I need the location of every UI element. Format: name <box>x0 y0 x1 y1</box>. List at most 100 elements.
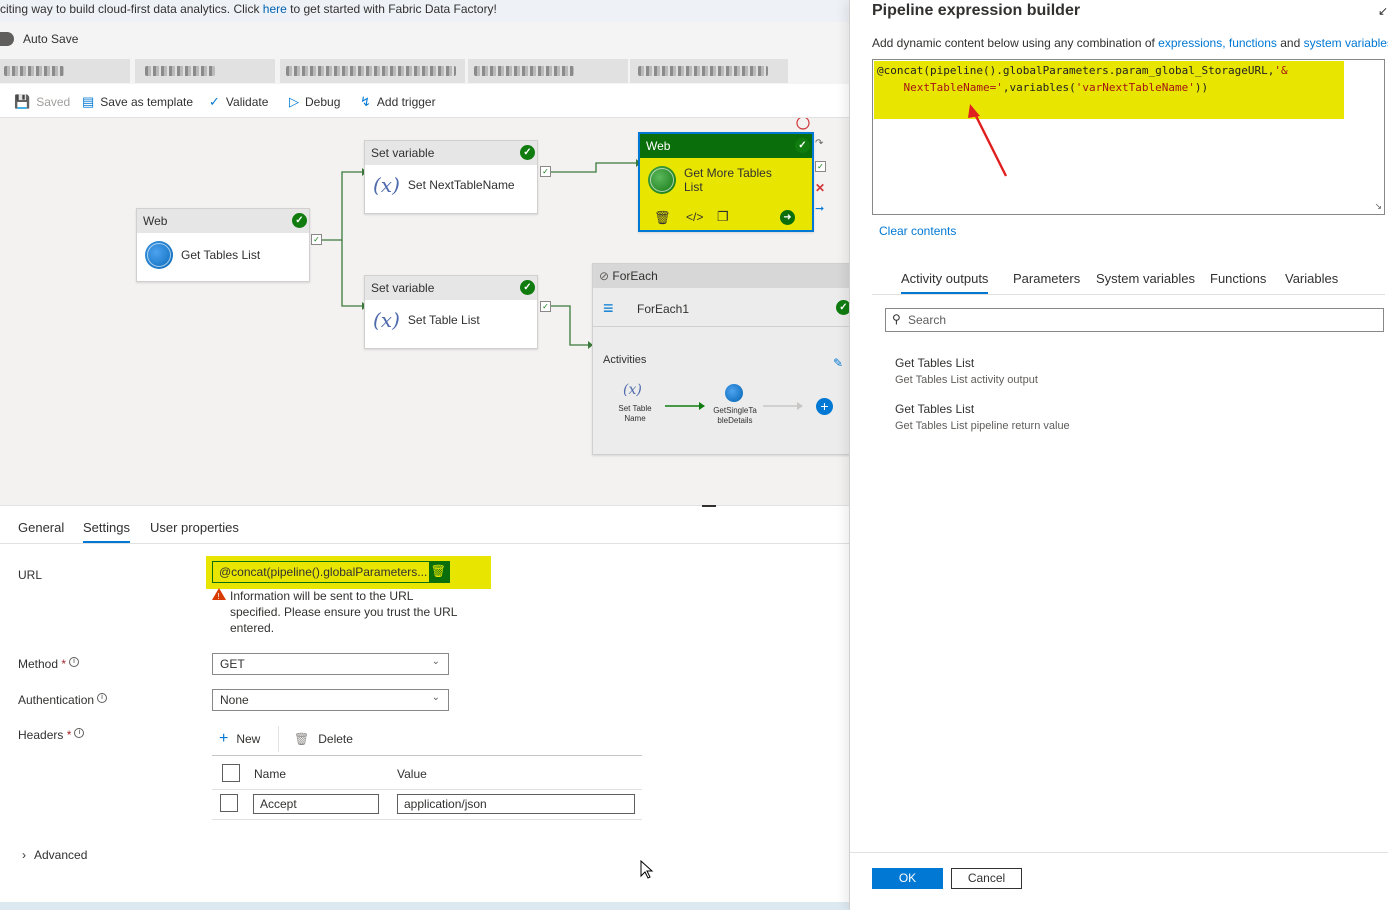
divider <box>212 755 642 756</box>
pipeline-tab[interactable] <box>135 59 275 83</box>
row-checkbox[interactable] <box>220 794 238 812</box>
search-placeholder: Search <box>908 313 947 327</box>
tab-parameters[interactable]: Parameters <box>1013 271 1080 286</box>
save-as-template-button[interactable]: ▤ Save as template <box>82 94 193 110</box>
search-input[interactable]: ⚲ Search <box>885 308 1384 332</box>
advanced-expander[interactable]: › Advanced <box>22 848 87 862</box>
saved-button[interactable]: 💾 Saved <box>14 94 70 110</box>
success-port[interactable]: ✓ <box>540 301 551 312</box>
add-trigger-label: Add trigger <box>376 95 436 109</box>
status-strip <box>0 902 850 910</box>
resize-grip-icon[interactable]: ↘ <box>1374 201 1382 212</box>
collapse-icon[interactable]: ↙ <box>1378 4 1388 18</box>
name-column-header: Name <box>254 767 287 781</box>
activity-body: Get Tables List <box>137 233 309 277</box>
cancel-button[interactable]: Cancel <box>951 868 1022 889</box>
activity-web-get-more-tables-list[interactable]: Web ✓ Get More Tables List 🗑 </> ❐ ➜ <box>638 132 814 232</box>
divider <box>278 726 279 752</box>
activity-type: Set variable <box>371 146 435 160</box>
delete-header-button[interactable]: 🗑 Delete <box>294 732 353 746</box>
pipeline-tab[interactable] <box>468 59 628 83</box>
system-variables-link[interactable]: system variables. <box>1304 36 1388 50</box>
validate-button[interactable]: ✓ Validate <box>209 94 268 110</box>
activity-name: Get More Tables List <box>684 166 772 194</box>
expressions-functions-link[interactable]: expressions, functions <box>1158 36 1277 50</box>
debug-button[interactable]: ▷ Debug <box>289 94 340 110</box>
activity-output-item[interactable]: Get Tables List Get Tables List activity… <box>895 356 1038 386</box>
activity-name: Set Table List <box>407 313 480 327</box>
skip-port-icon[interactable]: ↷ <box>815 138 823 149</box>
autosave-bar: Auto Save <box>0 22 850 56</box>
completion-port-icon[interactable]: ➞ <box>815 202 824 215</box>
delete-icon[interactable]: 🗑 <box>431 564 446 578</box>
pipeline-tab[interactable] <box>0 59 130 83</box>
pipeline-tab[interactable] <box>280 59 465 83</box>
failure-port-icon[interactable]: ✕ <box>815 181 825 195</box>
pipeline-canvas[interactable]: Web ✓ Get Tables List ✓ Set variable ✓ (… <box>0 118 850 505</box>
delete-label: Delete <box>318 732 353 746</box>
url-label: URL <box>18 568 43 582</box>
url-field[interactable]: @concat(pipeline().globalParameters... 🗑 <box>212 561 450 583</box>
code-icon[interactable]: </> <box>686 210 703 224</box>
mouse-cursor-icon <box>640 860 654 879</box>
chevron-down-icon: ⌄ <box>431 656 440 667</box>
success-check-icon: ✓ <box>520 280 535 295</box>
add-trigger-button[interactable]: ↯ Add trigger <box>360 94 436 110</box>
method-label: Method * i <box>18 657 80 671</box>
info-icon: i <box>97 693 108 703</box>
success-port[interactable]: ✓ <box>815 161 826 172</box>
activity-web-get-tables-list[interactable]: Web ✓ Get Tables List <box>136 208 310 282</box>
red-arrow-annotation <box>968 104 1008 177</box>
success-port[interactable]: ✓ <box>311 234 322 245</box>
activity-header: Web ✓ <box>137 209 309 233</box>
method-select[interactable]: GET ⌄ <box>212 653 449 675</box>
expression-text: @concat(pipeline().globalParameters.para… <box>877 64 1288 94</box>
pipeline-tab[interactable] <box>630 59 788 83</box>
resize-handle[interactable] <box>702 505 716 507</box>
save-as-template-label: Save as template <box>100 95 194 109</box>
tab-user-properties[interactable]: User properties <box>150 520 239 535</box>
new-header-button[interactable]: + New <box>219 730 260 748</box>
activity-foreach[interactable]: ⊘ ForEach ≡ ForEach1 ✓ Activities ✎ (x) … <box>592 263 850 455</box>
delete-icon[interactable]: 🗑 <box>654 210 671 226</box>
activity-set-nexttablename[interactable]: Set variable ✓ (x) Set NextTableName <box>364 140 538 214</box>
validate-label: Validate <box>225 95 269 109</box>
activity-header: Set variable ✓ <box>365 141 537 165</box>
tab-general[interactable]: General <box>18 520 64 535</box>
variable-icon: (x) <box>623 382 642 398</box>
tab-system-variables[interactable]: System variables <box>1096 271 1195 286</box>
ok-button[interactable]: OK <box>872 868 943 889</box>
globe-icon <box>648 166 676 194</box>
chevron-right-icon: › <box>22 848 26 862</box>
trash-icon: 🗑 <box>294 732 310 746</box>
tab-activity-outputs[interactable]: Activity outputs <box>901 271 989 294</box>
activity-body: (x) Set Table List <box>365 300 537 340</box>
activity-name: Get Tables List <box>181 248 261 262</box>
activity-output-item[interactable]: Get Tables List Get Tables List pipeline… <box>895 402 1070 432</box>
activity-body: (x) Set NextTableName <box>365 165 537 205</box>
headers-label: Headers * i <box>18 728 85 742</box>
tab-variables[interactable]: Variables <box>1285 271 1338 286</box>
select-all-checkbox[interactable] <box>222 764 240 782</box>
edit-pencil-icon[interactable]: ✎ <box>833 356 843 370</box>
success-port[interactable]: ✓ <box>540 166 551 177</box>
header-name-input[interactable]: Accept <box>253 794 379 814</box>
header-value-input[interactable]: application/json <box>397 794 635 814</box>
add-activity-icon[interactable]: + <box>816 398 833 415</box>
output-title: Get Tables List <box>895 402 975 416</box>
authentication-select[interactable]: None ⌄ <box>212 689 449 711</box>
variable-icon: (x) <box>373 173 400 197</box>
clear-contents-link[interactable]: Clear contents <box>879 224 956 238</box>
copy-icon[interactable]: ❐ <box>717 209 729 225</box>
inner-activity-label: Set Table Name <box>618 404 652 423</box>
activity-set-table-list[interactable]: Set variable ✓ (x) Set Table List <box>364 275 538 349</box>
svg-text:!: ! <box>218 592 220 600</box>
expression-editor[interactable]: @concat(pipeline().globalParameters.para… <box>872 59 1385 215</box>
arrow-right-icon[interactable]: ➜ <box>780 210 795 225</box>
tab-functions[interactable]: Functions <box>1210 271 1266 286</box>
autosave-toggle[interactable] <box>0 32 14 46</box>
divider <box>0 543 850 544</box>
banner-link[interactable]: here <box>263 2 287 16</box>
saved-label: Saved <box>36 95 71 109</box>
tab-settings[interactable]: Settings <box>83 520 130 543</box>
